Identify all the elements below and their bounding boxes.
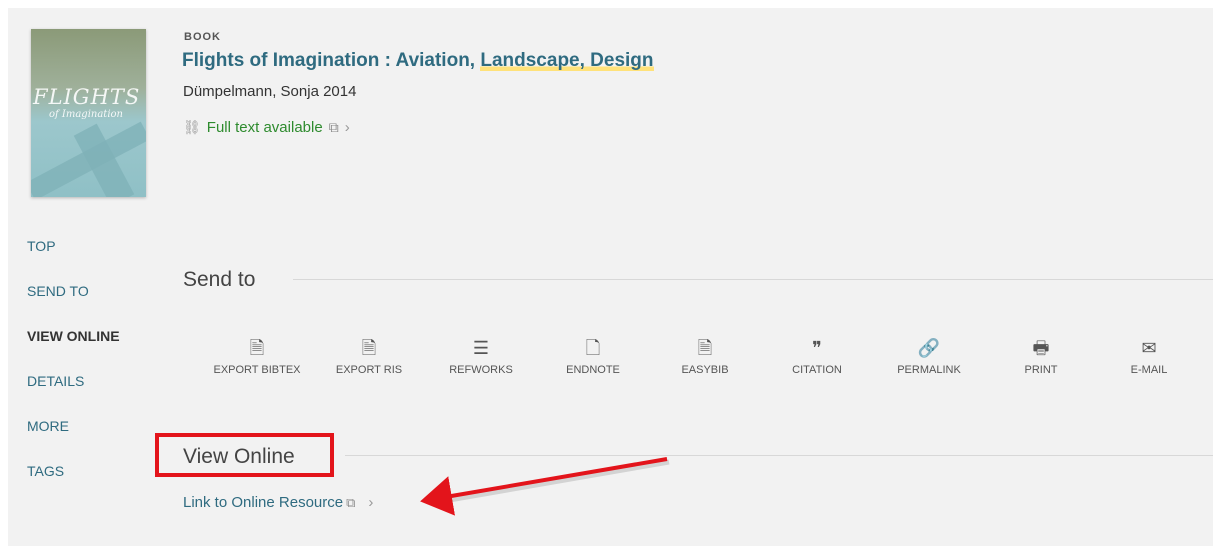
record-title-main[interactable]: Flights of Imagination : Aviation, [182,50,480,71]
book-cover[interactable]: FLIGHTS of Imagination [31,29,146,197]
action-label: CITATION [792,364,842,376]
print-button[interactable]: 🖶 PRINT [989,337,1093,376]
online-resource-link[interactable]: Link to Online Resource ⧉ › [183,494,373,511]
export-ris-button[interactable]: 🗎 EXPORT RIS [317,337,421,376]
resource-type: BOOK [184,31,221,43]
action-label: EXPORT BIBTEX [213,364,301,376]
record-author: Dümpelmann, Sonja 2014 [183,83,357,100]
permalink-button[interactable]: 🔗 PERMALINK [877,337,981,376]
nav-item-view-online[interactable]: VIEW ONLINE [27,328,120,351]
print-icon: 🖶 [1032,338,1050,358]
external-link-icon: ⧉ [328,119,339,135]
nav-item-top[interactable]: TOP [27,238,120,261]
export-bibtex-button[interactable]: 🗎 EXPORT BIBTEX [205,337,309,376]
cover-title: FLIGHTS [33,85,141,109]
chevron-right-icon: › [344,119,350,136]
nav-item-send-to[interactable]: SEND TO [27,283,120,306]
annotation-highlight-box [155,433,334,477]
email-button[interactable]: ✉ E-MAIL [1101,337,1197,376]
endnote-button[interactable]: 🗋 ENDNOTE [541,337,645,376]
citation-icon: ❞ [812,338,822,358]
easybib-button[interactable]: 🗎 EASYBIB [653,337,757,376]
send-to-heading: Send to [183,268,256,291]
link-chain-icon: ⛓ [183,119,201,135]
cover-subtitle: of Imagination [49,109,123,120]
permalink-icon: 🔗 [917,338,941,358]
full-text-label[interactable]: Full text available [207,119,323,136]
full-text-link[interactable]: ⛓ Full text available ⧉ › [183,119,350,136]
section-nav: TOP SEND TO VIEW ONLINE DETAILS MORE TAG… [27,238,120,508]
record-title[interactable]: Flights of Imagination : Aviation, Lands… [182,50,654,72]
action-label: EASYBIB [681,364,729,376]
citation-button[interactable]: ❞ CITATION [765,337,869,376]
action-label: ENDNOTE [566,364,620,376]
endnote-icon: 🗋 [585,338,601,358]
external-link-icon: ⧉ [346,494,356,510]
action-label: REFWORKS [449,364,513,376]
action-label: EXPORT RIS [335,364,403,376]
record-title-highlight[interactable]: Landscape, Design [480,50,654,71]
nav-item-tags[interactable]: TAGS [27,463,120,486]
action-label: PERMALINK [897,364,961,376]
online-resource-label[interactable]: Link to Online Resource [183,494,343,511]
view-online-divider [345,455,1213,456]
action-label: E-MAIL [1130,364,1168,376]
export-bibtex-icon: 🗎 [249,338,265,358]
email-icon: ✉ [1141,338,1157,358]
refworks-icon: ☰ [472,338,490,358]
nav-item-details[interactable]: DETAILS [27,373,120,396]
action-label: PRINT [1024,364,1058,376]
easybib-icon: 🗎 [697,338,713,358]
send-to-divider [293,279,1213,280]
nav-item-more[interactable]: MORE [27,418,120,441]
send-to-actions: 🗎 EXPORT BIBTEX 🗎 EXPORT RIS ☰ REFWORKS … [205,337,1197,376]
refworks-button[interactable]: ☰ REFWORKS [429,337,533,376]
export-ris-icon: 🗎 [361,338,377,358]
chevron-right-icon: › [368,494,374,511]
